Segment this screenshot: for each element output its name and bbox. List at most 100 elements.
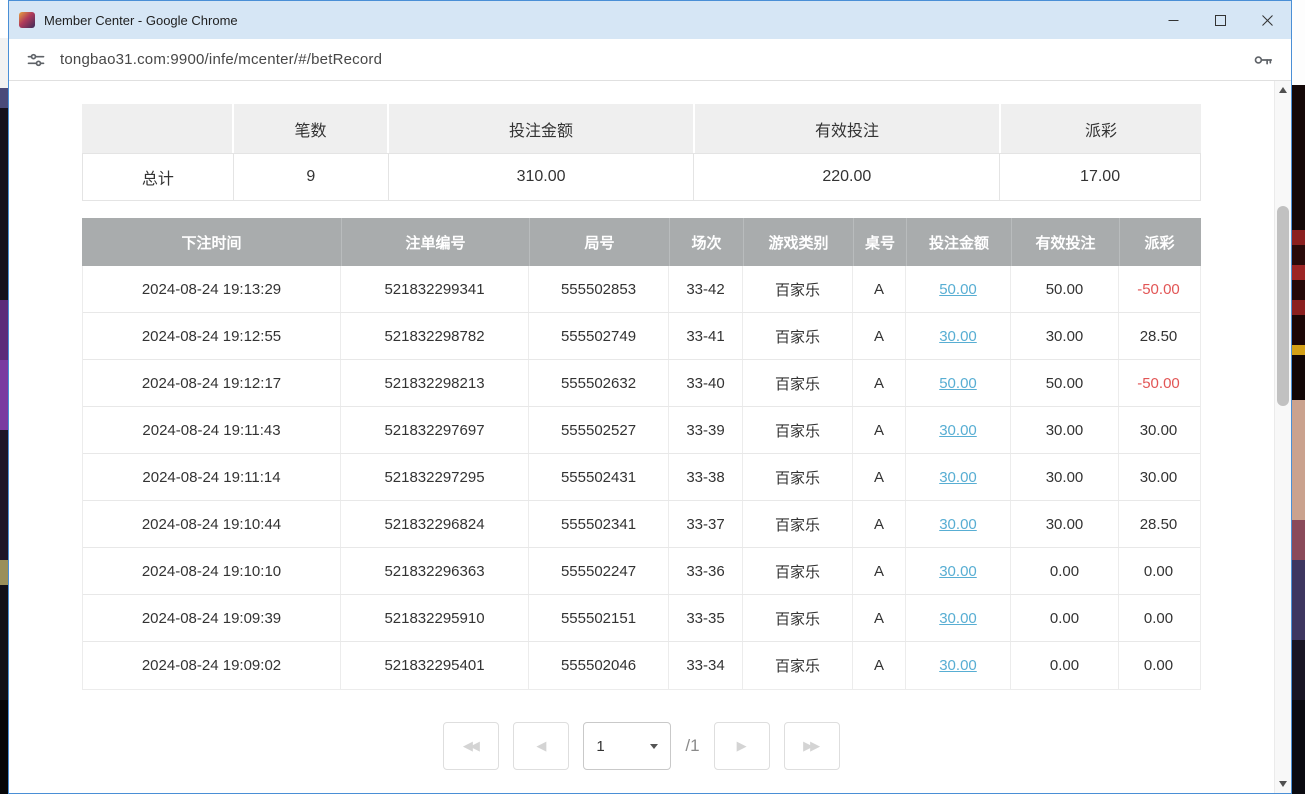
cell-bet-id: 521832296363 — [341, 548, 529, 594]
cell-time: 2024-08-24 19:11:14 — [83, 454, 341, 500]
bet-amount-link[interactable]: 30.00 — [939, 469, 977, 486]
cell-valid-bet: 30.00 — [1011, 313, 1119, 359]
cell-bet-id: 521832298782 — [341, 313, 529, 359]
bet-amount-link[interactable]: 50.00 — [939, 375, 977, 392]
bet-amount-link[interactable]: 50.00 — [939, 281, 977, 298]
cell-payout: -50.00 — [1119, 360, 1198, 406]
cell-payout: 0.00 — [1119, 642, 1198, 689]
close-icon — [1262, 15, 1273, 26]
cell-bet-amount: 30.00 — [906, 407, 1011, 453]
scroll-up-arrow-icon[interactable] — [1279, 87, 1287, 93]
cell-session: 33-34 — [669, 642, 743, 689]
cell-valid-bet: 0.00 — [1011, 548, 1119, 594]
bet-amount-link[interactable]: 30.00 — [939, 516, 977, 533]
bet-amount-link[interactable]: 30.00 — [939, 422, 977, 439]
cell-round-id: 555502853 — [529, 266, 669, 312]
cell-bet-id: 521832297697 — [341, 407, 529, 453]
bet-amount-link[interactable]: 30.00 — [939, 610, 977, 627]
cell-valid-bet: 0.00 — [1011, 595, 1119, 641]
cell-bet-amount: 50.00 — [906, 266, 1011, 312]
summary-total-label: 总计 — [83, 154, 234, 200]
cell-bet-amount: 30.00 — [906, 548, 1011, 594]
background-segment — [1292, 400, 1305, 520]
table-row: 2024-08-24 19:09:39521832295910555502151… — [83, 595, 1200, 642]
cell-time: 2024-08-24 19:13:29 — [83, 266, 341, 312]
background-segment — [0, 585, 8, 700]
page-total-label: /1 — [685, 736, 699, 756]
last-page-button[interactable]: ▶▶ — [784, 722, 840, 770]
page-content: 笔数 投注金额 有效投注 派彩 总计 9 310.00 220.00 17.00… — [9, 81, 1291, 793]
cell-round-id: 555502247 — [529, 548, 669, 594]
background-page-left — [0, 0, 8, 794]
cell-session: 33-41 — [669, 313, 743, 359]
cell-valid-bet: 30.00 — [1011, 407, 1119, 453]
cell-game-type: 百家乐 — [743, 501, 853, 547]
pagination: ◀◀ ◀ 1 /1 ▶ ▶▶ — [82, 722, 1201, 770]
bet-amount-link[interactable]: 30.00 — [939, 657, 977, 674]
header-game-type: 游戏类别 — [744, 218, 854, 266]
table-row: 2024-08-24 19:13:29521832299341555502853… — [83, 266, 1200, 313]
background-segment — [0, 430, 8, 560]
scroll-down-arrow-icon[interactable] — [1279, 781, 1287, 787]
window-title: Member Center - Google Chrome — [44, 13, 238, 28]
first-page-icon: ◀◀ — [463, 738, 477, 754]
title-bar[interactable]: Member Center - Google Chrome — [9, 1, 1291, 39]
first-page-button[interactable]: ◀◀ — [443, 722, 499, 770]
cell-table-no: A — [853, 548, 906, 594]
cell-session: 33-39 — [669, 407, 743, 453]
cell-payout: 28.50 — [1119, 313, 1198, 359]
cell-round-id: 555502151 — [529, 595, 669, 641]
background-page-right — [1292, 0, 1305, 794]
cell-time: 2024-08-24 19:09:02 — [83, 642, 341, 689]
cell-time: 2024-08-24 19:10:44 — [83, 501, 341, 547]
prev-page-button[interactable]: ◀ — [513, 722, 569, 770]
summary-total-valid-bet: 220.00 — [694, 154, 1000, 200]
cell-table-no: A — [853, 454, 906, 500]
table-row: 2024-08-24 19:09:02521832295401555502046… — [83, 642, 1200, 689]
cell-session: 33-37 — [669, 501, 743, 547]
cell-table-no: A — [853, 266, 906, 312]
cell-valid-bet: 50.00 — [1011, 360, 1119, 406]
bet-table-header: 下注时间 注单编号 局号 场次 游戏类别 桌号 投注金额 有效投注 派彩 — [82, 218, 1201, 266]
cell-valid-bet: 50.00 — [1011, 266, 1119, 312]
url-text[interactable]: tongbao31.com:9900/infe/mcenter/#/betRec… — [60, 51, 382, 68]
header-time: 下注时间 — [82, 218, 342, 266]
summary-header-count: 笔数 — [234, 104, 389, 153]
cell-bet-id: 521832298213 — [341, 360, 529, 406]
maximize-button[interactable] — [1197, 1, 1244, 39]
cell-payout: 30.00 — [1119, 454, 1198, 500]
close-button[interactable] — [1244, 1, 1291, 39]
cell-time: 2024-08-24 19:10:10 — [83, 548, 341, 594]
bet-amount-link[interactable]: 30.00 — [939, 563, 977, 580]
scrollbar-thumb[interactable] — [1277, 206, 1289, 406]
cell-table-no: A — [853, 501, 906, 547]
background-segment — [0, 38, 8, 88]
next-page-button[interactable]: ▶ — [714, 722, 770, 770]
url-bar: tongbao31.com:9900/infe/mcenter/#/betRec… — [9, 39, 1291, 81]
summary-header-bet-amount: 投注金额 — [389, 104, 695, 153]
bet-amount-link[interactable]: 30.00 — [939, 328, 977, 345]
background-segment — [0, 700, 8, 794]
summary-header-valid-bet: 有效投注 — [695, 104, 1001, 153]
table-row: 2024-08-24 19:11:43521832297697555502527… — [83, 407, 1200, 454]
browser-window: Member Center - Google Chrome — [8, 0, 1292, 794]
cell-payout: -50.00 — [1119, 266, 1198, 312]
cell-table-no: A — [853, 407, 906, 453]
header-session: 场次 — [670, 218, 744, 266]
page-select-value: 1 — [596, 738, 604, 755]
site-info-tune-icon[interactable] — [25, 49, 47, 71]
minimize-button[interactable] — [1150, 1, 1197, 39]
summary-header-payout: 派彩 — [1001, 104, 1201, 153]
background-segment — [0, 88, 8, 108]
table-row: 2024-08-24 19:11:14521832297295555502431… — [83, 454, 1200, 501]
scrollbar[interactable] — [1274, 81, 1291, 793]
cell-table-no: A — [853, 642, 906, 689]
background-segment — [1292, 245, 1305, 265]
cell-bet-amount: 30.00 — [906, 595, 1011, 641]
password-key-icon[interactable] — [1251, 48, 1275, 72]
cell-bet-id: 521832297295 — [341, 454, 529, 500]
minimize-icon — [1168, 15, 1179, 26]
cell-time: 2024-08-24 19:11:43 — [83, 407, 341, 453]
summary-header-row: 笔数 投注金额 有效投注 派彩 — [82, 104, 1201, 153]
page-select[interactable]: 1 — [583, 722, 671, 770]
